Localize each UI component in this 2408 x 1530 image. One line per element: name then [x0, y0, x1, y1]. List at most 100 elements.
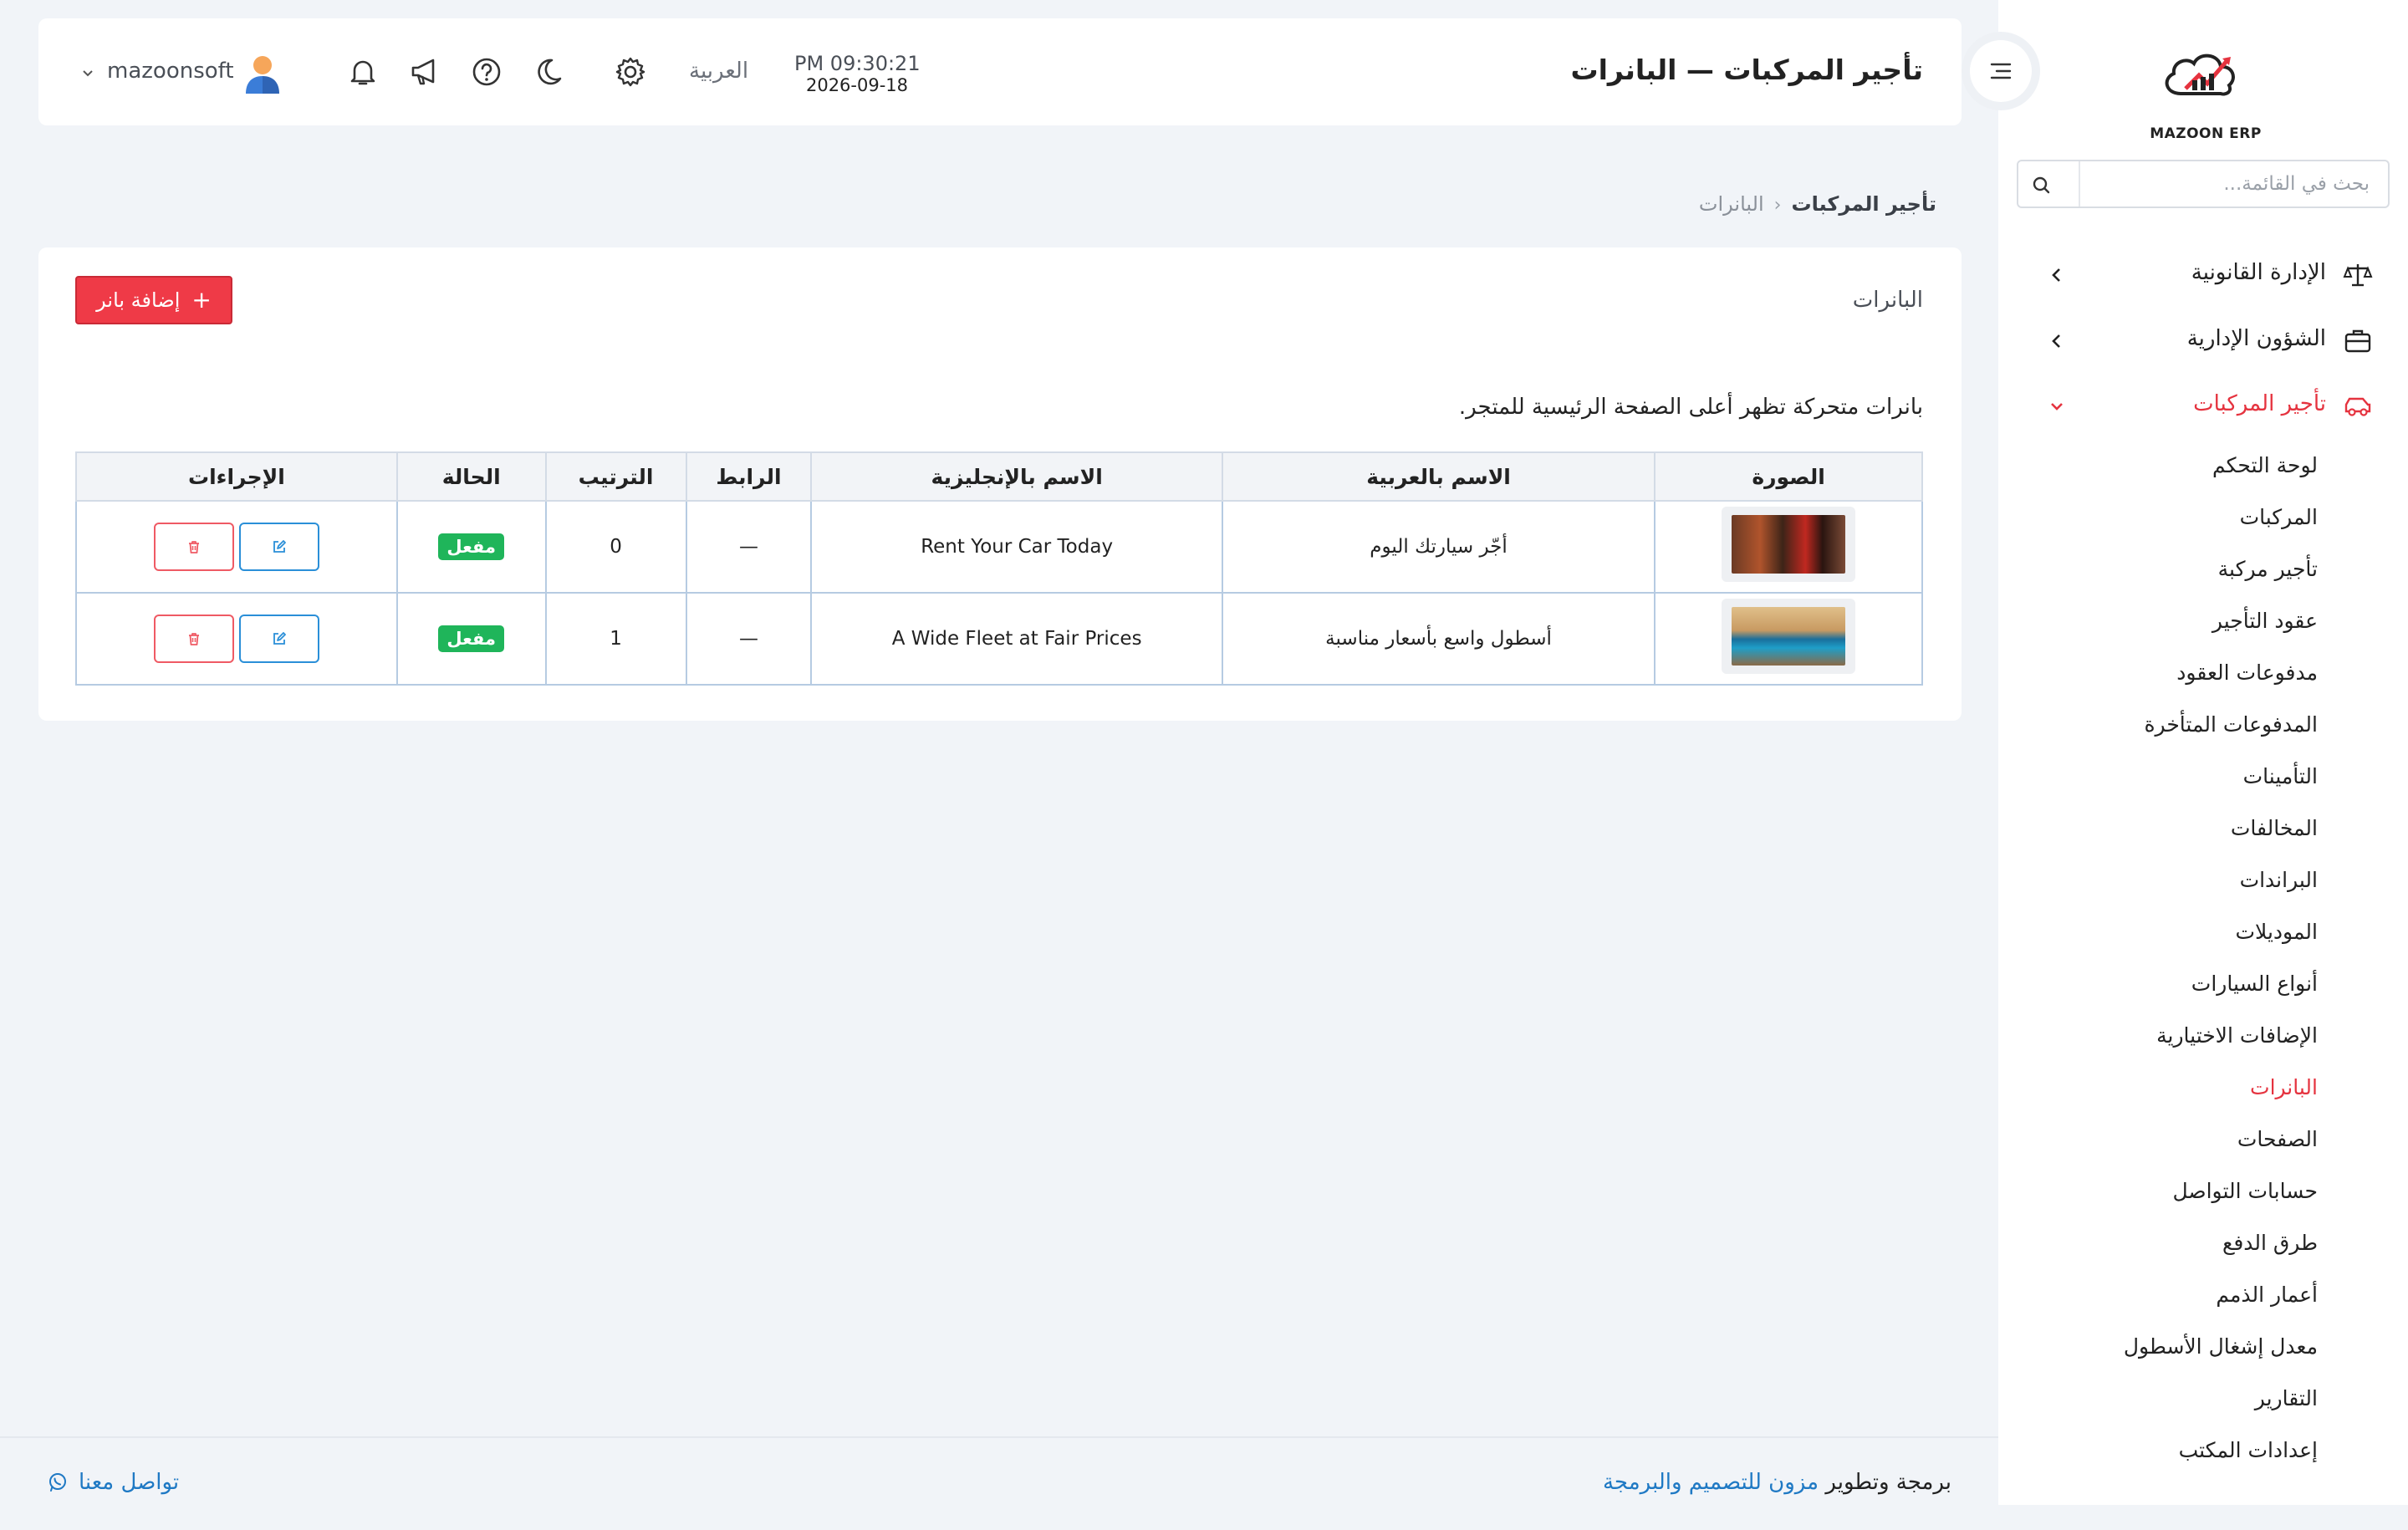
cell-order: 0	[544, 500, 687, 594]
search-icon[interactable]	[2028, 172, 2055, 199]
gear-icon[interactable]	[612, 54, 649, 90]
cell-status: مفعل	[395, 592, 547, 686]
card-description: بانرات متحركة تظهر أعلى الصفحة الرئيسية …	[1458, 395, 1923, 420]
cell-link: —	[685, 500, 813, 594]
sidebar-item-rental-contracts[interactable]: عقود التأجير	[2212, 609, 2318, 633]
moon-icon[interactable]	[535, 54, 572, 90]
sidebar-item-vehicles[interactable]: المركبات	[2240, 505, 2318, 529]
add-banner-button[interactable]: + إضافة بانر	[75, 276, 232, 324]
sidebar-search-input[interactable]	[2087, 161, 2388, 207]
whatsapp-icon	[49, 1473, 66, 1492]
sidebar-group-vehicle-rental[interactable]: تأجير المركبات	[1998, 377, 2408, 436]
banner-thumbnail[interactable]	[1722, 507, 1856, 582]
chevron-left-icon	[2052, 334, 2060, 348]
cell-link: —	[685, 592, 813, 686]
menu-icon	[1990, 63, 2012, 79]
sidebar-item-fleet-utilization[interactable]: معدل إشغال الأسطول	[2124, 1334, 2318, 1359]
sidebar-toggle-button[interactable]	[1962, 32, 2040, 110]
credit-prefix: برمجة وتطوير	[1825, 1470, 1951, 1495]
credit-brand-link[interactable]: مزون للتصميم والبرمجة	[1603, 1470, 1819, 1495]
sidebar-item-payment-methods[interactable]: طرق الدفع	[2222, 1231, 2318, 1255]
cell-image	[1654, 500, 1923, 594]
sidebar-group-label: الشؤون الإدارية	[2186, 326, 2326, 351]
column-header-status: الحالة	[395, 451, 547, 502]
sidebar-item-pages[interactable]: الصفحات	[2237, 1127, 2318, 1151]
contact-link[interactable]: تواصل معنا	[47, 1470, 179, 1495]
sidebar-search	[2017, 160, 2390, 208]
breadcrumb-root[interactable]: تأجير المركبات	[1791, 192, 1936, 216]
banners-card: البانرات + إضافة بانر بانرات متحركة تظهر…	[38, 247, 1962, 721]
sidebar-item-dashboard[interactable]: لوحة التحكم	[2212, 453, 2318, 477]
chevron-left-icon: ‹	[1773, 195, 1782, 216]
megaphone-icon[interactable]	[406, 54, 443, 90]
status-badge: مفعل	[438, 533, 505, 560]
edit-button[interactable]	[238, 615, 319, 663]
username[interactable]: mazoonsoft	[107, 59, 234, 84]
chevron-down-icon	[2051, 403, 2063, 411]
sidebar-item-violations[interactable]: المخالفات	[2231, 816, 2318, 840]
table-row: أجّر سيارتك اليوم Rent Your Car Today — …	[75, 500, 1923, 594]
edit-icon	[273, 632, 286, 645]
cell-name-ar: أسطول واسع بأسعار مناسبة	[1221, 592, 1656, 686]
row-actions	[78, 523, 395, 571]
chevron-left-icon	[2052, 268, 2060, 282]
logo-cloud-icon	[2165, 54, 2235, 96]
banner-thumbnail[interactable]	[1722, 599, 1856, 674]
help-icon[interactable]	[468, 54, 505, 90]
sidebar-group-admin-affairs[interactable]: الشؤون الإدارية	[1998, 312, 2408, 370]
bell-icon[interactable]	[344, 54, 381, 90]
cell-status: مفعل	[395, 500, 547, 594]
cell-actions	[75, 500, 398, 594]
sidebar-item-receivables-aging[interactable]: أعمار الذمم	[2216, 1283, 2318, 1307]
scales-icon	[2343, 264, 2373, 287]
sidebar-item-car-types[interactable]: أنواع السيارات	[2191, 972, 2318, 996]
top-header: تأجير المركبات — البانرات PM 09:30:21 20…	[38, 18, 1962, 125]
column-header-order: الترتيب	[544, 451, 687, 502]
card-title: البانرات	[1852, 288, 1923, 313]
delete-button[interactable]	[153, 523, 234, 571]
sidebar-item-contract-payments[interactable]: مدفوعات العقود	[2176, 660, 2318, 685]
sidebar-group-legal[interactable]: الإدارة القانونية	[1998, 246, 2408, 304]
edit-button[interactable]	[238, 523, 319, 571]
sidebar-item-banners[interactable]: البانرات	[2250, 1075, 2318, 1099]
cell-name-en: A Wide Fleet at Fair Prices	[810, 592, 1223, 686]
row-actions	[78, 615, 395, 663]
language-switch[interactable]: العربية	[689, 59, 748, 84]
avatar[interactable]	[242, 54, 283, 97]
sidebar-item-late-payments[interactable]: المدفوعات المتأخرة	[2144, 712, 2318, 737]
cell-name-en: Rent Your Car Today	[810, 500, 1223, 594]
footer-divider	[0, 1436, 1998, 1438]
banners-table: الصورة الاسم بالعربية الاسم بالإنجليزية …	[75, 451, 1923, 686]
sidebar-group-label: تأجير المركبات	[2193, 391, 2326, 416]
red-car-photo	[1732, 515, 1846, 574]
sidebar-item-rent-vehicle[interactable]: تأجير مركبة	[2218, 557, 2318, 581]
status-badge: مفعل	[438, 625, 505, 652]
page-title: تأجير المركبات — البانرات	[1570, 54, 1923, 86]
footer-credit: برمجة وتطوير مزون للتصميم والبرمجة	[1603, 1470, 1951, 1495]
chevron-down-icon[interactable]	[80, 65, 95, 80]
contact-label: تواصل معنا	[79, 1470, 180, 1495]
trash-icon	[188, 633, 199, 645]
sidebar-item-deposits[interactable]: التأمينات	[2243, 764, 2318, 788]
app-logo[interactable]: MAZOON ERP	[2147, 35, 2264, 142]
breadcrumb: تأجير المركبات ‹ البانرات	[1699, 192, 1936, 216]
plus-icon: +	[191, 286, 212, 314]
delete-button[interactable]	[153, 615, 234, 663]
cell-actions	[75, 592, 398, 686]
sidebar-item-social-accounts[interactable]: حسابات التواصل	[2172, 1179, 2318, 1203]
sidebar-item-office-settings[interactable]: إعدادات المكتب	[2179, 1438, 2318, 1462]
toggle-inner	[1970, 40, 2032, 102]
column-header-name-en: الاسم بالإنجليزية	[810, 451, 1223, 502]
cell-order: 1	[544, 592, 687, 686]
sidebar-item-reports[interactable]: التقارير	[2255, 1386, 2318, 1410]
sidebar-item-models[interactable]: الموديلات	[2236, 920, 2318, 944]
cell-name-ar: أجّر سيارتك اليوم	[1221, 500, 1656, 594]
sidebar: MAZOON ERP الإدارة القانونية الشؤون الإد…	[1998, 0, 2408, 1505]
sidebar-group-label: الإدارة القانونية	[2191, 260, 2326, 285]
column-header-link: الرابط	[685, 451, 813, 502]
column-header-name-ar: الاسم بالعربية	[1221, 451, 1656, 502]
trash-icon	[188, 541, 199, 553]
search-divider	[2079, 161, 2080, 207]
sidebar-item-brands[interactable]: البراندات	[2240, 868, 2318, 892]
sidebar-item-extras[interactable]: الإضافات الاختيارية	[2156, 1023, 2318, 1048]
